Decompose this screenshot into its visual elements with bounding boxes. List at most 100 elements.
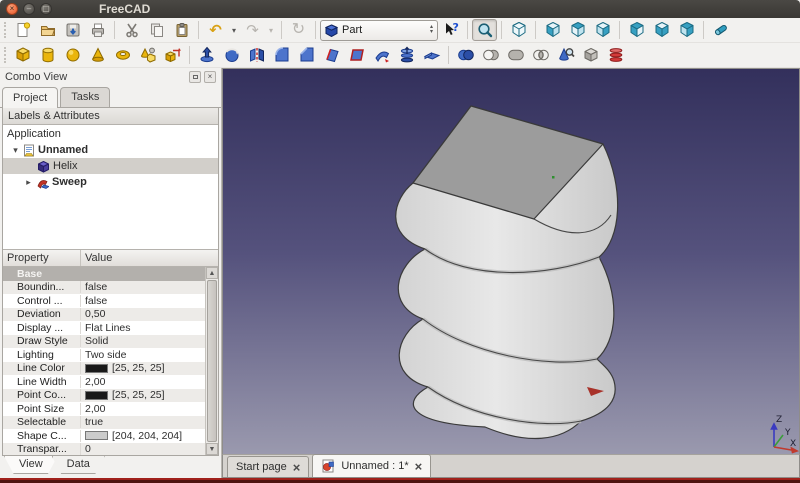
property-row[interactable]: Deviation0,50 [3, 308, 205, 322]
tab-project[interactable]: Project [2, 87, 58, 108]
tab-tasks[interactable]: Tasks [60, 87, 110, 107]
redo-icon[interactable]: ↷ [240, 19, 265, 41]
view-top-icon[interactable] [565, 19, 590, 41]
torus-icon[interactable] [110, 44, 135, 66]
tab-close-icon[interactable]: × [415, 460, 423, 473]
workbench-spinner-icon[interactable]: ▴▾ [430, 25, 433, 35]
property-value[interactable]: [25, 25, 25] [81, 389, 205, 401]
shape-builder-icon[interactable] [160, 44, 185, 66]
new-file-icon[interactable] [10, 19, 35, 41]
property-value[interactable]: 0,50 [81, 308, 205, 320]
property-value[interactable]: false [81, 281, 205, 293]
property-value[interactable]: Solid [81, 335, 205, 347]
property-value[interactable]: 2,00 [81, 403, 205, 415]
redo-dropdown-icon[interactable]: ▾ [265, 19, 277, 41]
dock-float-icon[interactable] [189, 71, 201, 83]
property-row[interactable]: Control ...false [3, 294, 205, 308]
view-bottom-icon[interactable] [649, 19, 674, 41]
undo-icon[interactable]: ↶ [203, 19, 228, 41]
tree-item-helix[interactable]: Helix [3, 158, 218, 174]
sphere-icon[interactable] [60, 44, 85, 66]
toolbar-handle[interactable] [4, 47, 7, 63]
cone-icon[interactable] [85, 44, 110, 66]
open-icon[interactable] [35, 19, 60, 41]
property-value[interactable]: [204, 204, 204] [81, 430, 205, 442]
property-row[interactable]: Shape C...[204, 204, 204] [3, 429, 205, 443]
property-row[interactable]: Transpar...0 [3, 443, 205, 456]
maximize-icon[interactable]: ▢ [40, 3, 52, 15]
measure-distance-icon[interactable] [708, 19, 733, 41]
cross-sections-icon[interactable] [603, 44, 628, 66]
property-group-row[interactable]: Base [3, 267, 205, 281]
make-face-icon[interactable] [344, 44, 369, 66]
property-row[interactable]: Boundin...false [3, 281, 205, 295]
property-row[interactable]: Selectabletrue [3, 416, 205, 430]
defeaturing-icon[interactable] [578, 44, 603, 66]
undo-dropdown-icon[interactable]: ▾ [228, 19, 240, 41]
boolean-icon[interactable] [453, 44, 478, 66]
intersection-icon[interactable] [528, 44, 553, 66]
scroll-down-icon[interactable]: ▼ [206, 443, 218, 455]
scrollbar-thumb[interactable] [207, 280, 217, 442]
property-value[interactable]: true [81, 416, 205, 428]
scroll-up-icon[interactable]: ▲ [206, 267, 218, 279]
property-row[interactable]: Draw StyleSolid [3, 335, 205, 349]
property-row[interactable]: Point Size2,00 [3, 402, 205, 416]
tab-start-page[interactable]: Start page × [227, 456, 309, 477]
check-geometry-icon[interactable] [553, 44, 578, 66]
paste-icon[interactable] [169, 19, 194, 41]
mirror-icon[interactable] [244, 44, 269, 66]
axonometric-icon[interactable] [506, 19, 531, 41]
tab-view[interactable]: View [4, 456, 58, 474]
property-scrollbar[interactable]: ▲ ▼ [205, 267, 218, 455]
cylinder-icon[interactable] [35, 44, 60, 66]
tree-item-sweep[interactable]: ▸ Sweep [3, 174, 218, 190]
expander-open-icon[interactable]: ▾ [11, 145, 20, 156]
workbench-selector[interactable]: Part ▴▾ [320, 20, 438, 41]
property-row[interactable]: Line Color[25, 25, 25] [3, 362, 205, 376]
copy-icon[interactable] [144, 19, 169, 41]
print-icon[interactable] [85, 19, 110, 41]
extrude-icon[interactable] [194, 44, 219, 66]
property-value[interactable]: Two side [81, 349, 205, 361]
save-icon[interactable] [60, 19, 85, 41]
property-row[interactable]: Display ...Flat Lines [3, 321, 205, 335]
property-value[interactable]: 2,00 [81, 376, 205, 388]
view-left-icon[interactable] [674, 19, 699, 41]
tab-data[interactable]: Data [52, 456, 105, 474]
close-icon[interactable]: × [6, 3, 18, 15]
property-row[interactable]: Line Width2,00 [3, 375, 205, 389]
sweep-icon[interactable] [419, 44, 444, 66]
3d-viewport[interactable]: Z Y X [222, 68, 800, 454]
property-row[interactable]: Point Co...[25, 25, 25] [3, 389, 205, 403]
thickness-icon[interactable] [369, 44, 394, 66]
view-right-icon[interactable] [590, 19, 615, 41]
minimize-icon[interactable]: – [23, 3, 35, 15]
tab-unnamed-document[interactable]: Unnamed : 1* × [312, 454, 431, 477]
helix-sweep-solid[interactable]: Z Y X [223, 69, 800, 454]
cut-boolean-icon[interactable] [478, 44, 503, 66]
union-icon[interactable] [503, 44, 528, 66]
property-value[interactable]: [25, 25, 25] [81, 362, 205, 374]
view-rear-icon[interactable] [624, 19, 649, 41]
property-row[interactable]: LightingTwo side [3, 348, 205, 362]
loft-icon[interactable] [394, 44, 419, 66]
revolve-icon[interactable] [219, 44, 244, 66]
cut-icon[interactable] [119, 19, 144, 41]
whats-this-icon[interactable]: ? [438, 19, 463, 41]
tree-root-application[interactable]: Application [3, 126, 218, 142]
toolbar-handle[interactable] [4, 22, 7, 38]
fit-all-icon[interactable] [472, 19, 497, 41]
view-front-icon[interactable] [540, 19, 565, 41]
tree-item-document[interactable]: ▾ Unnamed [3, 142, 218, 158]
expander-closed-icon[interactable]: ▸ [24, 177, 33, 188]
ruled-surface-icon[interactable] [319, 44, 344, 66]
property-value[interactable]: false [81, 295, 205, 307]
chamfer-icon[interactable] [294, 44, 319, 66]
create-primitives-icon[interactable] [135, 44, 160, 66]
tab-close-icon[interactable]: × [293, 461, 301, 474]
fillet-icon[interactable] [269, 44, 294, 66]
refresh-icon[interactable]: ↻ [286, 19, 311, 41]
property-value[interactable]: Flat Lines [81, 322, 205, 334]
dock-close-icon[interactable]: × [204, 71, 216, 83]
